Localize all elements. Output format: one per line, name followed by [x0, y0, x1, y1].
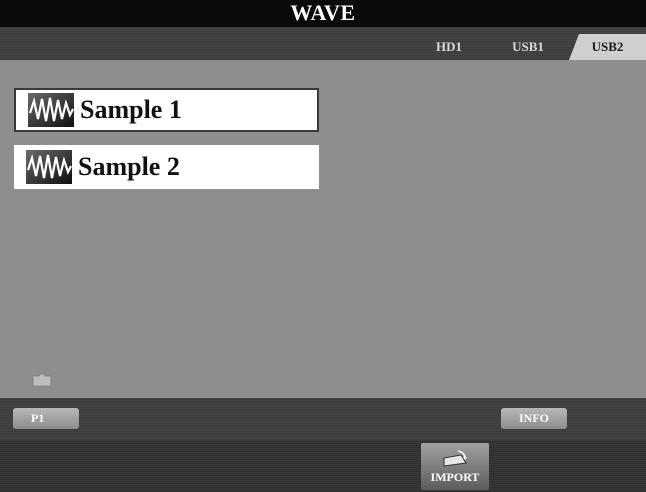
function-bar: IMPORT — [0, 440, 646, 492]
file-label: Sample 1 — [80, 95, 182, 124]
import-button[interactable]: IMPORT — [421, 443, 489, 490]
page-bar: P1 INFO — [0, 398, 646, 440]
window-title: WAVE — [0, 0, 646, 27]
tab-usb1[interactable]: USB1 — [500, 34, 556, 60]
info-button[interactable]: INFO — [501, 408, 567, 429]
file-item-sample-2[interactable]: Sample 2 — [14, 145, 319, 189]
file-item-sample-1[interactable]: Sample 1 — [14, 88, 319, 132]
wave-file-icon — [28, 93, 74, 127]
import-icon — [443, 450, 467, 467]
page-p1-button[interactable]: P1 — [13, 408, 79, 429]
file-list: Sample 1 Sample 2 — [0, 60, 646, 398]
file-label: Sample 2 — [78, 152, 180, 181]
tab-hd1[interactable]: HD1 — [426, 34, 472, 60]
wave-screen: WAVE HD1 USB1 USB2 Sample 1 Sample 2 P1 … — [0, 0, 646, 492]
tab-usb2[interactable]: USB2 — [569, 34, 646, 60]
import-label: IMPORT — [430, 470, 480, 484]
drive-tab-bar: HD1 USB1 USB2 — [0, 27, 646, 60]
folder-up-icon[interactable] — [32, 373, 52, 387]
wave-file-icon — [26, 150, 72, 184]
